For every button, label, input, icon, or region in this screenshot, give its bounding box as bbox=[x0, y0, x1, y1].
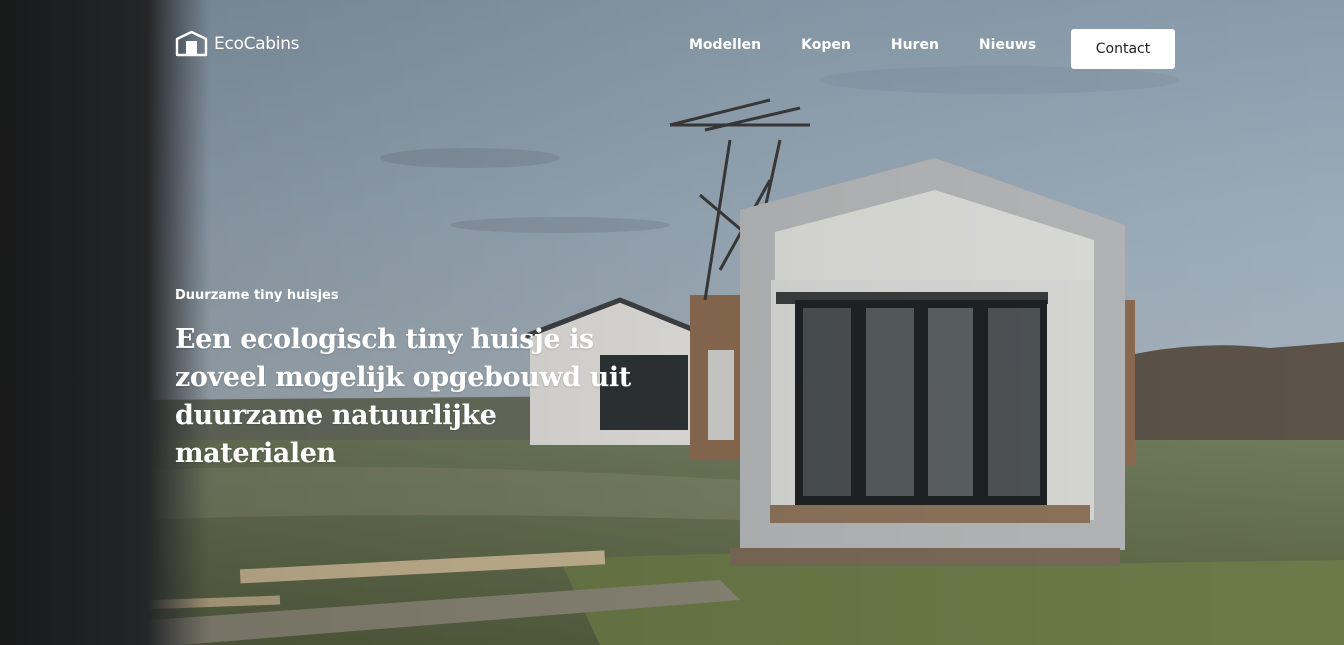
nav-item-modellen[interactable]: Modellen bbox=[689, 37, 761, 53]
hero-section: EcoCabins Modellen Kopen Huren Nieuws Co… bbox=[0, 0, 1344, 645]
nav-item-nieuws[interactable]: Nieuws bbox=[979, 37, 1036, 53]
contact-button[interactable]: Contact bbox=[1071, 29, 1175, 69]
hero-eyebrow: Duurzame tiny huisjes bbox=[175, 288, 339, 303]
brand-name: EcoCabins bbox=[214, 33, 300, 54]
nav-item-huren[interactable]: Huren bbox=[891, 37, 939, 53]
brand-logo[interactable]: EcoCabins bbox=[175, 30, 300, 57]
nav-item-kopen[interactable]: Kopen bbox=[801, 37, 851, 53]
site-header: EcoCabins Modellen Kopen Huren Nieuws Co… bbox=[0, 0, 1344, 100]
hero-headline: Een ecologisch tiny huisje is zoveel mog… bbox=[175, 324, 631, 469]
cabin-logo-icon bbox=[175, 30, 208, 57]
hero-text-block: Duurzame tiny huisjes Een ecologisch tin… bbox=[175, 288, 635, 473]
main-nav: Modellen Kopen Huren Nieuws bbox=[689, 37, 1036, 53]
